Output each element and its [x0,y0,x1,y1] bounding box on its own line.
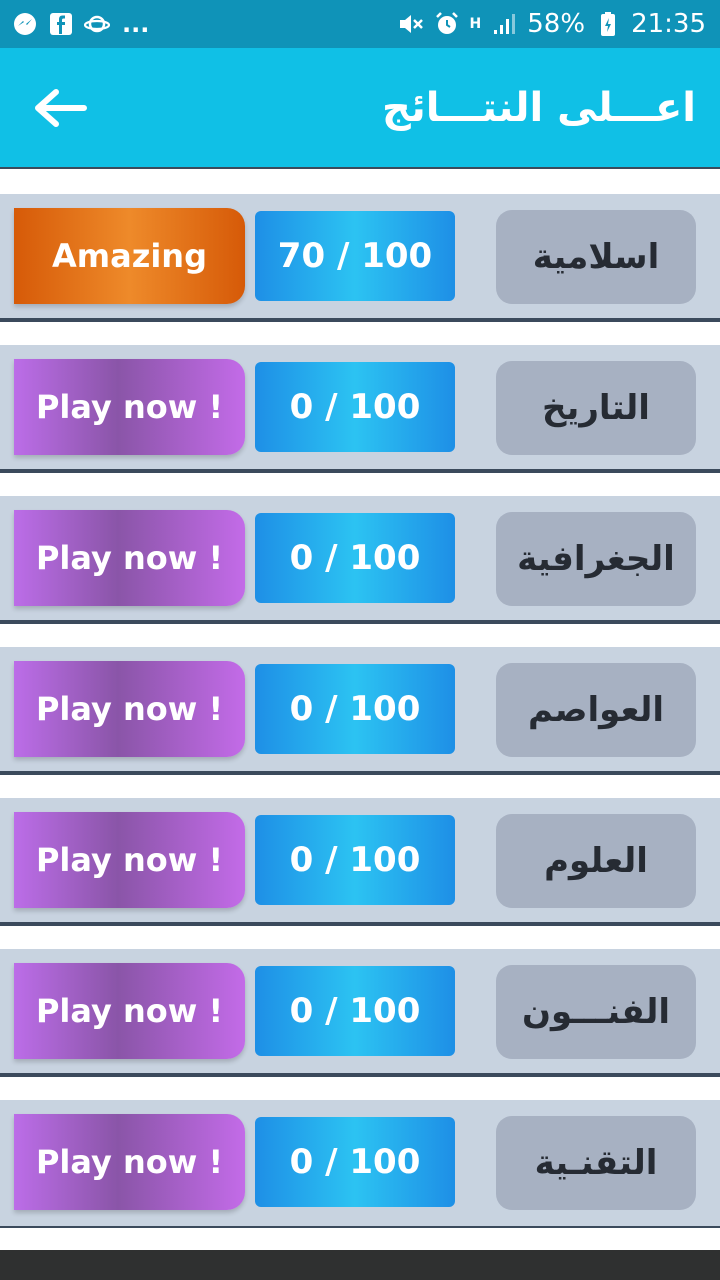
category-label: العلوم [496,814,696,908]
arrow-left-icon [35,89,87,127]
play-now-button[interactable]: Play now ! [14,661,245,757]
score-badge: 0 / 100 [255,815,455,905]
row-separator [0,1073,720,1075]
system-icons: H 58% 21:35 [398,0,706,48]
score-row: التقنـية 0 / 100 Play now ! [0,1100,720,1228]
score-row: العلوم 0 / 100 Play now ! [0,798,720,926]
status-bar: ... H 58% 21:35 [0,0,720,48]
battery-charging-icon [595,11,621,37]
row-separator [0,318,720,320]
score-row: الجغرافية 0 / 100 Play now ! [0,496,720,624]
facebook-icon [48,11,74,37]
score-row: العواصم 0 / 100 Play now ! [0,647,720,775]
row-separator [0,771,720,773]
score-row: التاريخ 0 / 100 Play now ! [0,345,720,473]
row-separator [0,469,720,471]
play-now-button[interactable]: Play now ! [14,510,245,606]
score-row: اسلامية 70 / 100 Amazing [0,194,720,322]
score-badge: 0 / 100 [255,966,455,1056]
clock: 21:35 [631,9,706,39]
messenger-icon [12,11,38,37]
score-row: الفنـــون 0 / 100 Play now ! [0,949,720,1077]
category-label: اسلامية [496,210,696,304]
play-now-button[interactable]: Play now ! [14,359,245,455]
alarm-icon [434,11,460,37]
play-now-button[interactable]: Play now ! [14,812,245,908]
score-badge: 0 / 100 [255,1117,455,1207]
score-badge: 0 / 100 [255,362,455,452]
row-separator [0,620,720,622]
play-now-button[interactable]: Play now ! [14,963,245,1059]
back-button[interactable] [20,76,100,140]
category-label: الفنـــون [496,965,696,1059]
score-badge: 0 / 100 [255,664,455,754]
app-bar: اعـــلى النتـــائج [0,48,720,168]
category-label: العواصم [496,663,696,757]
row-separator [0,167,720,169]
score-badge: 0 / 100 [255,513,455,603]
notification-icons: ... [12,0,149,48]
planet-icon [84,11,110,37]
play-now-button[interactable]: Play now ! [14,1114,245,1210]
battery-percent: 58% [527,9,586,39]
score-badge: 70 / 100 [255,211,455,301]
signal-icon [491,11,517,37]
page-title: اعـــلى النتـــائج [381,85,696,131]
more-notifications: ... [122,10,150,38]
category-label: الجغرافية [496,512,696,606]
category-label: التقنـية [496,1116,696,1210]
category-label: التاريخ [496,361,696,455]
amazing-badge: Amazing [14,208,245,304]
row-separator [0,922,720,924]
navigation-bar [0,1250,720,1280]
volume-mute-icon [398,11,424,37]
network-type: H [469,16,482,32]
